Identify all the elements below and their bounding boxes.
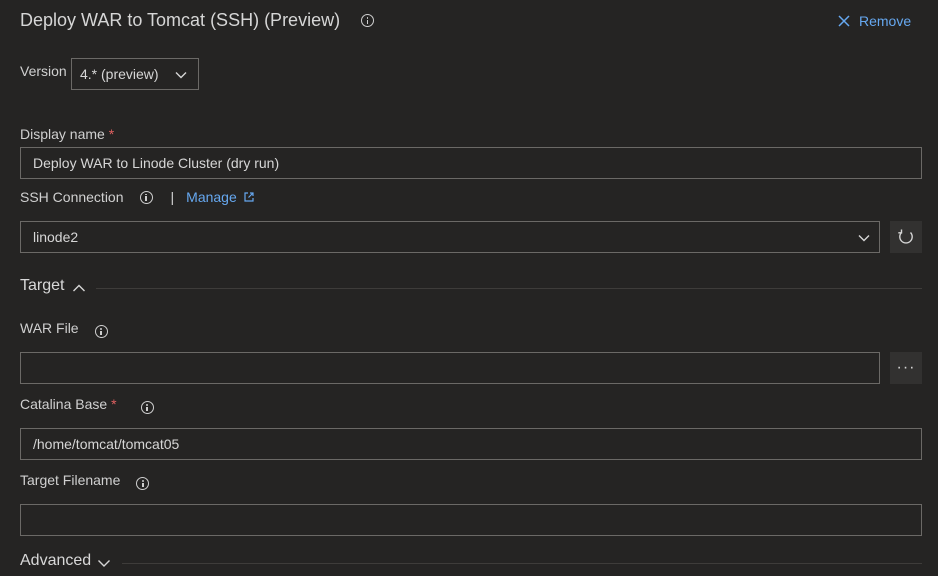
section-divider [122, 563, 922, 564]
required-marker: * [111, 396, 117, 412]
remove-button[interactable]: Remove [837, 13, 911, 29]
task-title-row: Deploy WAR to Tomcat (SSH) (Preview) [20, 10, 375, 31]
ssh-connection-value: linode2 [33, 229, 79, 245]
display-name-label: Display name [20, 126, 105, 142]
separator: | [170, 189, 175, 205]
war-file-label: WAR File [20, 320, 79, 336]
close-icon [838, 15, 850, 27]
info-icon[interactable] [140, 401, 154, 414]
target-filename-input[interactable] [20, 504, 922, 536]
version-label: Version [20, 63, 67, 79]
refresh-button[interactable] [890, 221, 922, 253]
required-marker: * [108, 126, 115, 142]
chevron-down-icon [858, 235, 870, 242]
chevron-down-icon [98, 560, 111, 567]
catalina-base-label: Catalina Base [20, 396, 108, 412]
target-filename-label-row: Target Filename [20, 470, 150, 490]
info-icon[interactable] [136, 477, 150, 490]
manage-link[interactable]: Manage [186, 189, 255, 205]
version-select[interactable]: 4.* (preview) [71, 58, 199, 90]
advanced-section-header[interactable]: Advanced [20, 552, 111, 570]
browse-button[interactable]: ··· [890, 352, 922, 384]
advanced-section-title: Advanced [20, 552, 92, 569]
info-icon[interactable] [94, 325, 108, 338]
target-section-title: Target [20, 277, 65, 294]
info-icon[interactable] [361, 14, 375, 27]
ssh-connection-select[interactable]: linode2 [20, 221, 880, 253]
catalina-base-value: /home/tomcat/tomcat05 [33, 436, 180, 452]
target-filename-label: Target Filename [20, 472, 121, 488]
display-name-input[interactable]: Deploy WAR to Linode Cluster (dry run) [20, 147, 922, 179]
chevron-up-icon [73, 284, 86, 292]
manage-label: Manage [186, 189, 237, 205]
target-section-header[interactable]: Target [20, 277, 86, 295]
catalina-base-input[interactable]: /home/tomcat/tomcat05 [20, 428, 922, 460]
ssh-connection-label-row: SSH Connection | Manage [20, 189, 255, 205]
display-name-label-row: Display name * [20, 126, 114, 142]
ssh-connection-label: SSH Connection [20, 189, 124, 205]
info-icon[interactable] [139, 190, 153, 204]
remove-label: Remove [859, 13, 912, 29]
section-divider [96, 288, 922, 289]
external-link-icon [244, 192, 254, 202]
display-name-value: Deploy WAR to Linode Cluster (dry run) [33, 155, 280, 171]
refresh-icon [898, 229, 913, 244]
catalina-base-label-row: Catalina Base * [20, 394, 154, 414]
war-file-label-row: WAR File [20, 318, 108, 338]
war-file-input[interactable] [20, 352, 880, 384]
task-title: Deploy WAR to Tomcat (SSH) (Preview) [20, 10, 341, 30]
chevron-down-icon [175, 72, 187, 79]
more-icon: ··· [896, 359, 916, 376]
version-value: 4.* (preview) [80, 66, 159, 82]
